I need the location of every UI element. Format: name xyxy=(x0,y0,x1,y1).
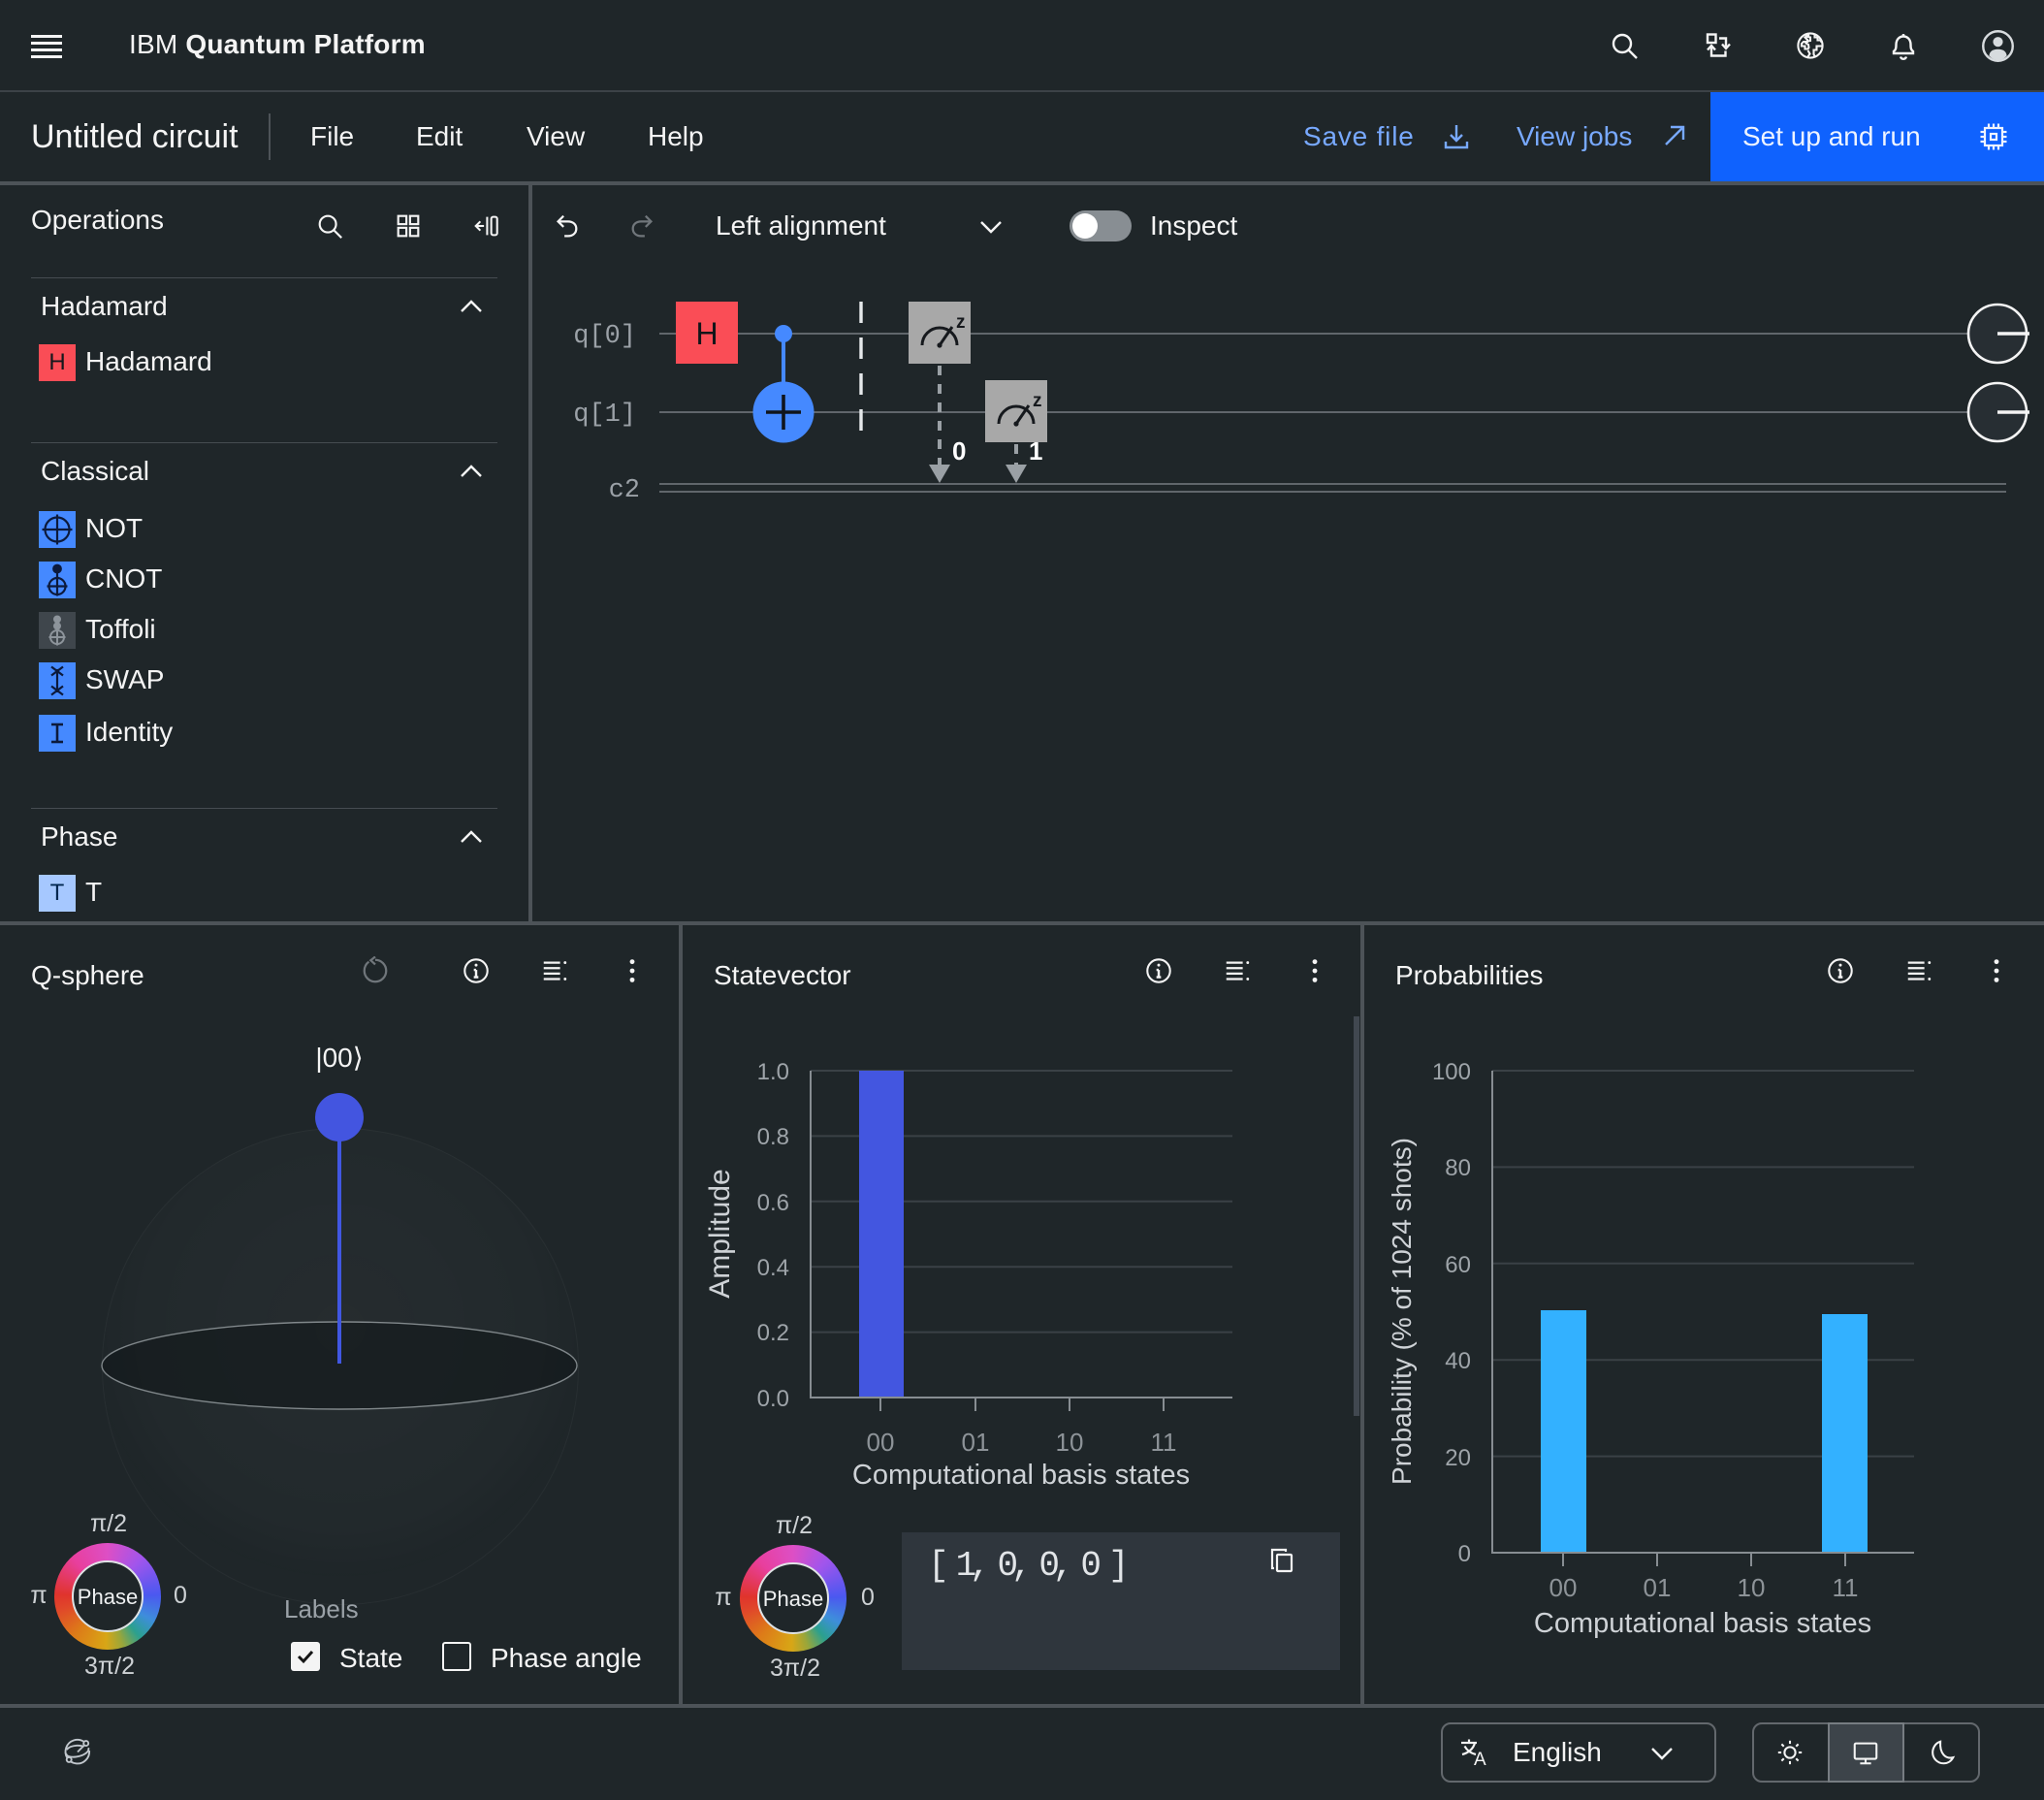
svg-text:10: 10 xyxy=(1738,1573,1766,1602)
svg-text:Amplitude: Amplitude xyxy=(704,1169,736,1298)
svg-text:20: 20 xyxy=(1445,1445,1471,1471)
svg-text:80: 80 xyxy=(1445,1155,1471,1181)
svg-text:40: 40 xyxy=(1445,1348,1471,1374)
svg-text:0.6: 0.6 xyxy=(757,1190,789,1216)
svg-text:A: A xyxy=(1474,1750,1486,1769)
svg-text:00: 00 xyxy=(1549,1573,1578,1602)
svg-text:01: 01 xyxy=(1644,1573,1672,1602)
svg-text:11: 11 xyxy=(1151,1428,1177,1457)
svg-text:11: 11 xyxy=(1833,1573,1859,1602)
svg-text:H: H xyxy=(695,316,718,351)
svg-text:c2: c2 xyxy=(609,476,640,505)
svg-text:Computational basis states: Computational basis states xyxy=(1534,1608,1871,1639)
svg-text:01: 01 xyxy=(962,1428,990,1457)
svg-text:0: 0 xyxy=(1458,1541,1471,1567)
svg-text:Probability (% of 1024 shots): Probability (% of 1024 shots) xyxy=(1387,1138,1417,1485)
svg-text:Computational basis states: Computational basis states xyxy=(852,1460,1190,1491)
svg-text:q[0]: q[0] xyxy=(573,322,636,351)
svg-text:0.4: 0.4 xyxy=(757,1255,789,1281)
svg-text:10: 10 xyxy=(1056,1428,1084,1457)
svg-text:0.2: 0.2 xyxy=(757,1320,789,1346)
svg-text:1: 1 xyxy=(1029,436,1042,466)
svg-text:0: 0 xyxy=(952,436,966,466)
svg-text:1.0: 1.0 xyxy=(757,1059,789,1085)
svg-text:100: 100 xyxy=(1432,1059,1471,1085)
svg-text:z: z xyxy=(956,312,966,333)
svg-text:00: 00 xyxy=(867,1428,895,1457)
svg-text:60: 60 xyxy=(1445,1252,1471,1278)
svg-text:z: z xyxy=(1033,391,1042,411)
svg-text:0.8: 0.8 xyxy=(757,1124,789,1150)
svg-text:0.0: 0.0 xyxy=(757,1386,789,1412)
svg-text:q[1]: q[1] xyxy=(573,401,636,430)
